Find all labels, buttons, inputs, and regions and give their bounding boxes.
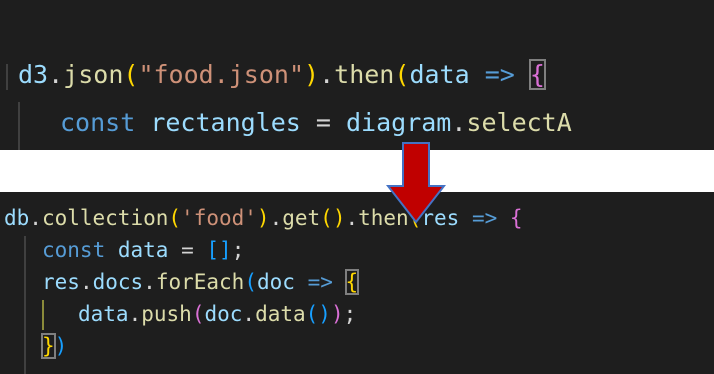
token: [ <box>206 238 220 262</box>
matched-bracket: { <box>344 269 360 295</box>
token: = <box>168 238 207 262</box>
code-line-1: d3.json("food.json").then(data => { <box>18 59 546 90</box>
matched-bracket: } <box>41 333 56 359</box>
code-editor-after: db.collection('food').get().then(res => … <box>0 192 714 374</box>
token: ) <box>304 60 320 89</box>
token: . <box>451 108 467 137</box>
token: docs <box>92 270 144 294</box>
indent-guide <box>24 236 26 374</box>
token: ; <box>231 238 245 262</box>
token: forEach <box>155 270 245 294</box>
token: . <box>79 270 93 294</box>
token: data <box>78 302 129 326</box>
indent-guide <box>6 64 8 90</box>
code-line-4: data.push(doc.data()); <box>78 298 356 330</box>
token: ( <box>305 302 319 326</box>
token: . <box>143 270 156 294</box>
token: collection <box>41 206 169 230</box>
code-line-2: const data = []; <box>42 234 244 266</box>
token: ( <box>123 60 139 89</box>
indent-guide <box>18 102 20 150</box>
token: const <box>42 238 106 262</box>
token: doc <box>204 302 243 326</box>
token: ( <box>320 206 333 230</box>
code-line-5: }) <box>41 330 68 362</box>
token: ( <box>168 206 182 230</box>
token: . <box>48 60 64 89</box>
token: "food.json" <box>138 60 305 89</box>
token: res <box>42 270 80 294</box>
token: 'food' <box>181 206 257 230</box>
token: push <box>141 302 192 326</box>
token: ( <box>191 302 205 326</box>
matched-bracket: { <box>528 59 546 90</box>
token: ) <box>54 334 68 358</box>
token: data <box>117 238 169 262</box>
token: . <box>242 302 256 326</box>
token: const <box>60 108 136 137</box>
token: data <box>409 60 470 89</box>
token: d3 <box>18 60 49 89</box>
down-arrow-icon <box>386 142 446 224</box>
token: ] <box>219 238 232 262</box>
token: data <box>255 302 306 326</box>
token: . <box>269 206 283 230</box>
token: diagram <box>346 108 452 137</box>
token: ) <box>318 302 331 326</box>
code-editor-before: d3.json("food.json").then(data => { cons… <box>0 0 714 150</box>
token: selectA <box>466 108 572 137</box>
token: => <box>469 60 530 89</box>
token: then <box>334 60 395 89</box>
token: = <box>300 108 346 137</box>
token: rectangles <box>150 108 301 137</box>
token: => <box>294 270 346 294</box>
token: json <box>63 60 124 89</box>
token: . <box>128 302 142 326</box>
token: ; <box>343 302 357 326</box>
code-line-2: const rectangles = diagram.selectA <box>60 108 572 138</box>
token: => <box>459 206 510 230</box>
token: doc <box>257 270 295 294</box>
token: { <box>509 206 523 230</box>
token: . <box>345 206 359 230</box>
token: ) <box>332 206 346 230</box>
token: ) <box>256 206 270 230</box>
active-indent-guide <box>42 300 44 330</box>
token: ( <box>244 270 257 294</box>
token: ) <box>330 302 344 326</box>
down-arrow-shape <box>386 142 446 224</box>
token: get <box>282 206 321 230</box>
code-line-3: res.docs.forEach(doc => { <box>42 266 360 298</box>
token: ( <box>394 60 410 89</box>
token: . <box>319 60 335 89</box>
token: . <box>29 206 42 230</box>
token: db <box>4 206 30 230</box>
